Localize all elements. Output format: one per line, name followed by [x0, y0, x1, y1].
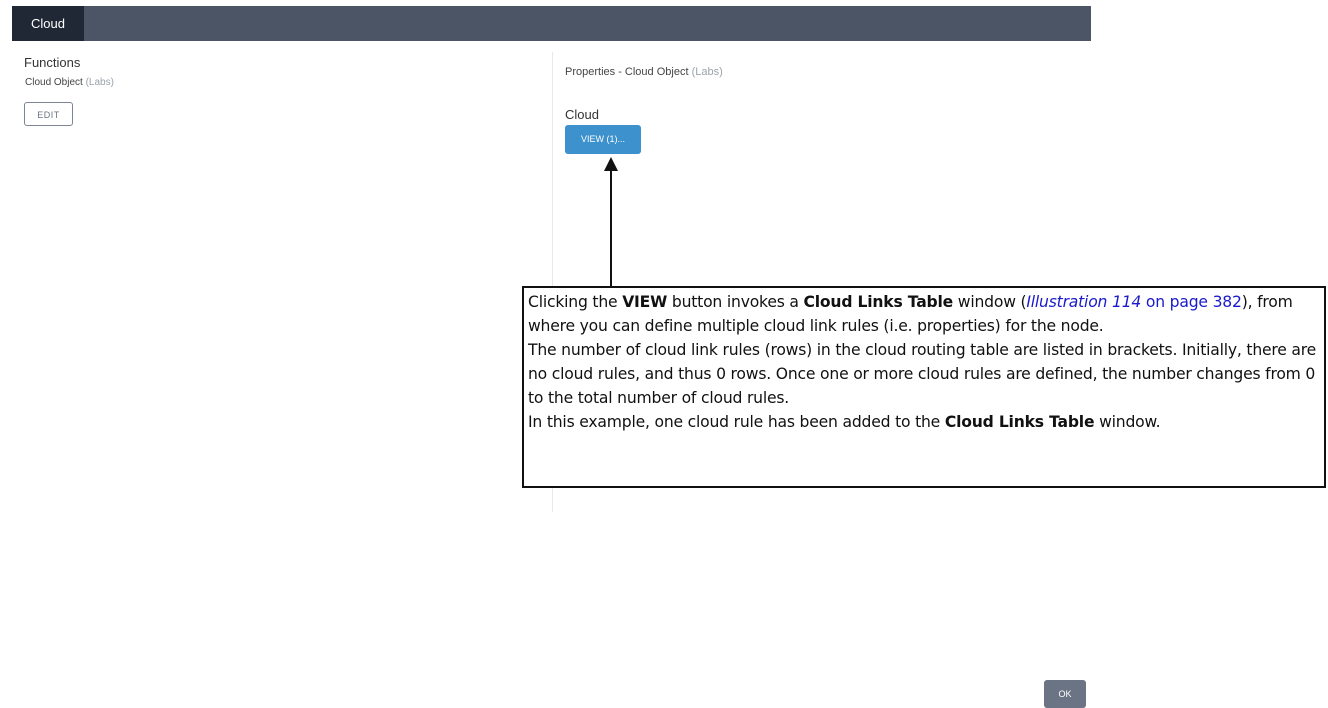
- illustration-link[interactable]: Illustration 114 on page 382: [1026, 293, 1242, 311]
- callout-paragraph-1: Clicking the VIEW button invokes a Cloud…: [528, 293, 1293, 335]
- callout-paragraph-3: In this example, one cloud rule has been…: [528, 413, 1161, 431]
- annotation-callout: Clicking the VIEW button invokes a Cloud…: [522, 286, 1326, 488]
- arrow-head: [604, 157, 618, 171]
- callout-paragraph-2: The number of cloud link rules (rows) in…: [528, 341, 1317, 407]
